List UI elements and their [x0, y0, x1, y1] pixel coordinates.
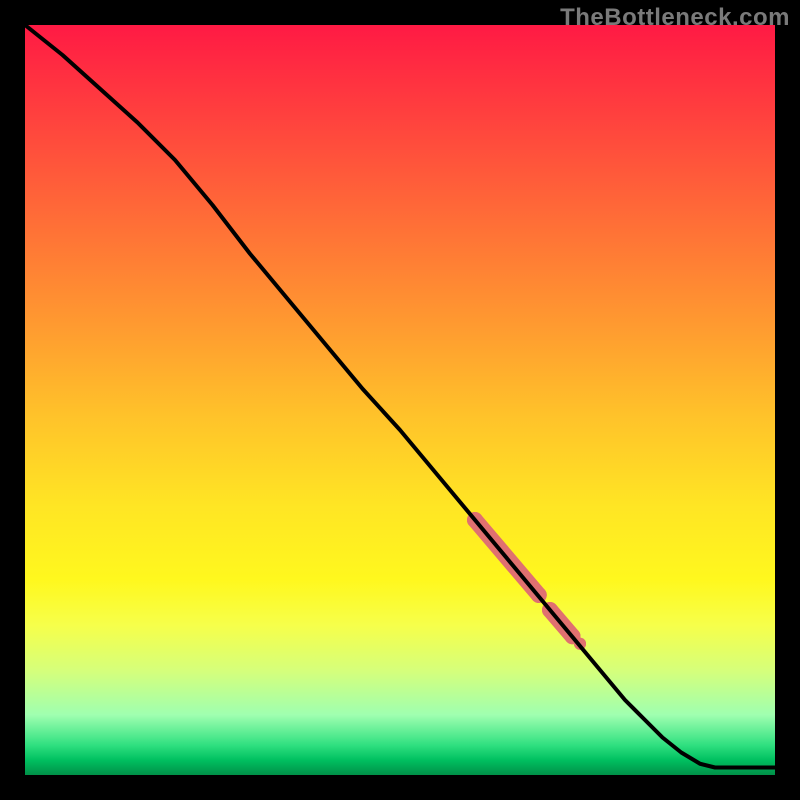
curve-overlay — [25, 25, 775, 775]
bottleneck-curve — [25, 25, 775, 768]
chart-frame: TheBottleneck.com — [0, 0, 800, 800]
